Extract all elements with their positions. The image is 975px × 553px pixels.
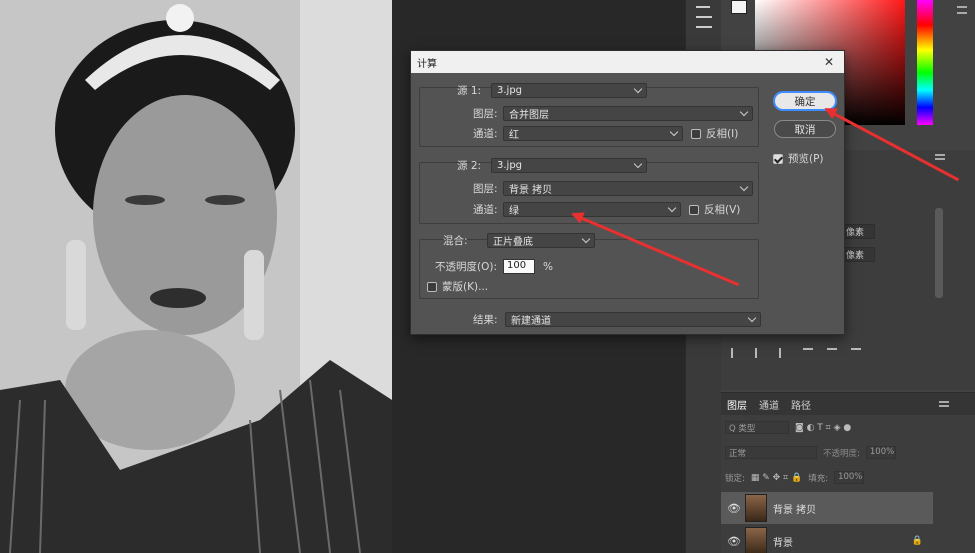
brush-tool-icon[interactable] bbox=[696, 0, 710, 8]
source2-select[interactable]: 3.jpg bbox=[491, 158, 647, 173]
dialog-titlebar: 计算 ✕ bbox=[411, 51, 844, 73]
layers-panel-tabs: 图层 通道 路径 bbox=[721, 393, 975, 415]
canvas-image[interactable] bbox=[0, 0, 392, 553]
sliders-tool-icon[interactable] bbox=[696, 16, 712, 28]
chevron-down-icon bbox=[739, 107, 749, 116]
source1-layer-select[interactable]: 合并图层 bbox=[503, 106, 753, 121]
layer-row[interactable]: 👁 背景 拷贝 bbox=[721, 492, 933, 524]
blending-select[interactable]: 正片叠底 bbox=[487, 233, 595, 248]
panel-menu-icon[interactable] bbox=[957, 6, 967, 14]
result-label: 结果: bbox=[473, 314, 498, 326]
preview-checkbox[interactable] bbox=[773, 153, 783, 164]
lock-label: 锁定: bbox=[725, 473, 745, 484]
tab-channels[interactable]: 通道 bbox=[753, 397, 785, 412]
scrollbar[interactable] bbox=[935, 208, 943, 298]
source2-channel-select[interactable]: 绿 bbox=[503, 202, 681, 217]
mask-label: 蒙版(K)... bbox=[442, 281, 489, 293]
source2-invert-checkbox[interactable] bbox=[689, 204, 699, 215]
cancel-button[interactable]: 取消 bbox=[774, 120, 836, 138]
result-select[interactable]: 新建通道 bbox=[505, 312, 761, 327]
opacity-label: 不透明度(O): bbox=[435, 261, 497, 273]
portrait-photo bbox=[0, 0, 392, 553]
chevron-down-icon bbox=[667, 203, 677, 212]
dialog-title: 计算 bbox=[417, 58, 437, 70]
opacity-label: 不透明度: bbox=[823, 448, 860, 459]
source1-channel-select[interactable]: 红 bbox=[503, 126, 683, 141]
layers-panel: 图层 通道 路径 Q 类型 ◙ ◐ T ⌗ ◈ ● 正常 不透明度: 100% … bbox=[721, 392, 975, 553]
blending-label: 混合: bbox=[443, 235, 468, 247]
layer-thumbnail bbox=[745, 494, 767, 522]
chevron-down-icon bbox=[669, 127, 679, 136]
source1-select[interactable]: 3.jpg bbox=[491, 83, 647, 98]
layer-name: 背景 拷贝 bbox=[773, 504, 817, 516]
chevron-down-icon bbox=[633, 84, 643, 93]
calculations-dialog: 计算 ✕ 源 1: 3.jpg 图层: 合并图层 通道: 红 反相(I) 源 2… bbox=[410, 50, 845, 335]
align-icons[interactable] bbox=[731, 348, 881, 360]
chevron-down-icon bbox=[739, 182, 749, 191]
foreground-swatch[interactable] bbox=[731, 0, 747, 14]
fill-input[interactable]: 100% bbox=[834, 471, 865, 484]
panel-menu-icon[interactable] bbox=[935, 154, 945, 160]
chevron-down-icon bbox=[633, 159, 643, 168]
source2-layer-label: 图层: bbox=[473, 183, 498, 195]
panel-menu-icon[interactable] bbox=[939, 401, 949, 407]
blend-mode-select[interactable]: 正常 bbox=[725, 446, 817, 459]
source1-layer-label: 图层: bbox=[473, 108, 498, 120]
chevron-down-icon bbox=[581, 234, 591, 243]
eye-icon[interactable]: 👁 bbox=[727, 535, 741, 548]
opacity-unit: % bbox=[543, 260, 553, 273]
lock-icons[interactable]: ▦ ✎ ✥ ⌗ 🔒 bbox=[751, 473, 802, 483]
source1-label: 源 1: bbox=[457, 85, 482, 97]
layer-row[interactable]: 👁 背景 🔒 bbox=[721, 525, 933, 553]
tab-paths[interactable]: 路径 bbox=[785, 397, 817, 412]
fill-label: 填充: bbox=[808, 473, 829, 484]
source2-invert-label: 反相(V) bbox=[704, 204, 741, 216]
chevron-down-icon bbox=[747, 313, 757, 322]
preview-label: 预览(P) bbox=[788, 153, 824, 165]
tab-layers[interactable]: 图层 bbox=[721, 397, 753, 412]
layer-filter-input[interactable]: Q 类型 bbox=[725, 421, 789, 434]
source2-label: 源 2: bbox=[457, 160, 482, 172]
layer-name: 背景 bbox=[773, 537, 793, 549]
lock-icon: 🔒 bbox=[911, 536, 923, 546]
hue-slider[interactable] bbox=[917, 0, 933, 125]
source2-channel-label: 通道: bbox=[473, 204, 498, 216]
eye-icon[interactable]: 👁 bbox=[727, 502, 741, 515]
source1-channel-label: 通道: bbox=[473, 128, 498, 140]
close-icon[interactable]: ✕ bbox=[824, 55, 834, 69]
source1-invert-label: 反相(I) bbox=[706, 128, 739, 140]
layer-thumbnail bbox=[745, 527, 767, 553]
source1-invert-checkbox[interactable] bbox=[691, 128, 701, 139]
source2-layer-select[interactable]: 背景 拷贝 bbox=[503, 181, 753, 196]
opacity-input[interactable]: 100 bbox=[503, 259, 535, 274]
filter-icons[interactable]: ◙ ◐ T ⌗ ◈ ● bbox=[795, 423, 851, 433]
layer-opacity-input[interactable]: 100% bbox=[865, 446, 896, 459]
mask-checkbox[interactable] bbox=[427, 281, 437, 292]
